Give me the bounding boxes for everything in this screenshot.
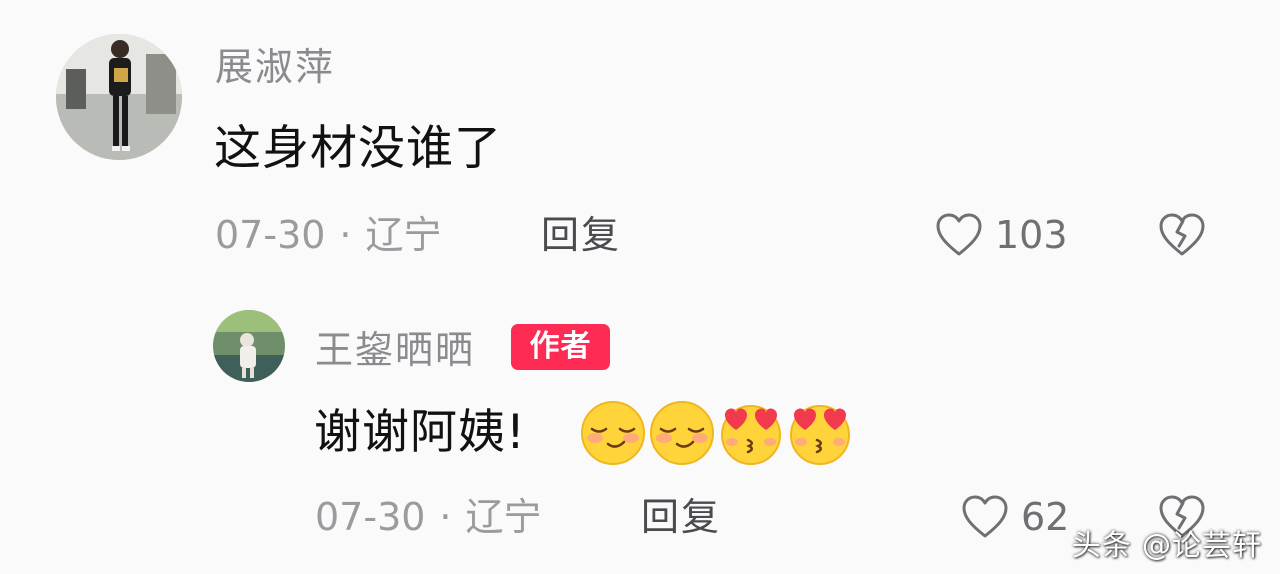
dislike-button[interactable] bbox=[1158, 212, 1206, 258]
reply-avatar[interactable] bbox=[213, 310, 285, 382]
comment-date: 07-30 bbox=[215, 213, 326, 257]
like-count: 103 bbox=[995, 213, 1068, 257]
reply-button[interactable]: 回复 bbox=[541, 216, 621, 254]
like-count: 62 bbox=[1021, 495, 1070, 539]
shy-smile-emoji bbox=[581, 401, 645, 465]
reply-text: 谢谢阿姨! bbox=[314, 405, 526, 460]
like-button[interactable]: 103 bbox=[935, 212, 1068, 258]
comment-meta: 07-30 · 辽宁 bbox=[215, 216, 442, 254]
heart-eyes-kiss-emoji bbox=[721, 405, 781, 465]
avatar[interactable] bbox=[56, 34, 182, 160]
comment-location: 辽宁 bbox=[365, 213, 442, 257]
heart-eyes-kiss-emoji bbox=[790, 405, 850, 465]
user-photo-icon bbox=[213, 310, 285, 382]
shy-smile-emoji bbox=[650, 401, 714, 465]
comment-text: 这身材没谁了 bbox=[214, 121, 502, 176]
heart-icon bbox=[936, 213, 982, 256]
reply-date: 07-30 bbox=[315, 495, 426, 539]
reply-reply-button[interactable]: 回复 bbox=[641, 498, 721, 536]
watermark: 头条 @论芸轩 bbox=[1071, 528, 1262, 562]
comment-thread: 展淑萍 这身材没谁了 07-30 · 辽宁 回复 103 王鋆晒晒 作者 谢谢阿姨! bbox=[0, 0, 1280, 574]
comment-username[interactable]: 展淑萍 bbox=[215, 48, 335, 86]
reply-username[interactable]: 王鋆晒晒 bbox=[315, 331, 475, 369]
emoji-row bbox=[580, 400, 853, 466]
user-photo-icon bbox=[56, 34, 182, 160]
heart-icon bbox=[962, 495, 1008, 538]
reply-location: 辽宁 bbox=[465, 495, 542, 539]
meta-separator: · bbox=[439, 495, 452, 539]
reply-like-button[interactable]: 62 bbox=[961, 494, 1069, 540]
meta-separator: · bbox=[339, 213, 352, 257]
author-badge: 作者 bbox=[511, 324, 610, 370]
broken-heart-icon bbox=[1159, 213, 1205, 256]
reply-meta: 07-30 · 辽宁 bbox=[315, 498, 542, 536]
